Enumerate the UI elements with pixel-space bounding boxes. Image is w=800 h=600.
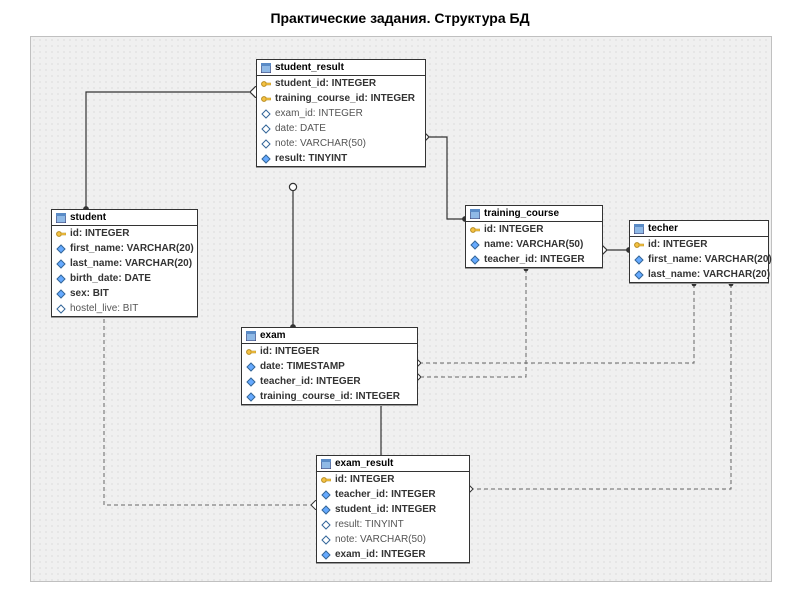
field-label: result: TINYINT xyxy=(275,153,347,164)
field-label: teacher_id: INTEGER xyxy=(484,254,585,265)
field-label: id: INTEGER xyxy=(648,239,707,250)
table-icon xyxy=(261,63,271,73)
field-label: last_name: VARCHAR(20) xyxy=(648,269,770,280)
diamond-open-icon xyxy=(56,304,66,314)
entity-name: exam_result xyxy=(335,458,393,469)
key-icon xyxy=(470,225,480,235)
table-icon xyxy=(321,459,331,469)
field-label: exam_id: INTEGER xyxy=(275,108,363,119)
entity-name: techer xyxy=(648,223,678,234)
diamond-icon xyxy=(56,274,66,284)
entity-header: exam_result xyxy=(317,456,469,472)
diagram-canvas: student id: INTEGER first_name: VARCHAR(… xyxy=(30,36,772,582)
diamond-open-icon xyxy=(261,109,271,119)
diamond-icon xyxy=(246,362,256,372)
table-icon xyxy=(634,224,644,234)
field-label: id: INTEGER xyxy=(260,346,319,357)
entity-exam-result[interactable]: exam_result id: INTEGER teacher_id: INTE… xyxy=(316,455,470,563)
diamond-open-icon xyxy=(321,520,331,530)
field-label: id: INTEGER xyxy=(484,224,543,235)
entity-training-course[interactable]: training_course id: INTEGER name: VARCHA… xyxy=(465,205,603,268)
field-label: student_id: INTEGER xyxy=(275,78,376,89)
key-icon xyxy=(321,475,331,485)
key-icon xyxy=(634,240,644,250)
entity-name: training_course xyxy=(484,208,559,219)
entity-header: exam xyxy=(242,328,417,344)
entity-header: training_course xyxy=(466,206,602,222)
field-label: first_name: VARCHAR(20) xyxy=(70,243,194,254)
field-label: training_course_id: INTEGER xyxy=(260,391,400,402)
diamond-icon xyxy=(246,377,256,387)
field-label: last_name: VARCHAR(20) xyxy=(70,258,192,269)
diamond-icon xyxy=(321,505,331,515)
diamond-icon xyxy=(321,550,331,560)
diamond-open-icon xyxy=(321,535,331,545)
field-label: birth_date: DATE xyxy=(70,273,151,284)
table-icon xyxy=(56,213,66,223)
field-label: teacher_id: INTEGER xyxy=(335,489,436,500)
diamond-icon xyxy=(321,490,331,500)
entity-teacher[interactable]: techer id: INTEGER first_name: VARCHAR(2… xyxy=(629,220,769,283)
table-icon xyxy=(246,331,256,341)
field-label: teacher_id: INTEGER xyxy=(260,376,361,387)
entity-exam[interactable]: exam id: INTEGER date: TIMESTAMP teacher… xyxy=(241,327,418,405)
field-label: student_id: INTEGER xyxy=(335,504,436,515)
entity-header: techer xyxy=(630,221,768,237)
field-label: name: VARCHAR(50) xyxy=(484,239,583,250)
diamond-icon xyxy=(56,289,66,299)
field-label: training_course_id: INTEGER xyxy=(275,93,415,104)
page-title: Практические задания. Структура БД xyxy=(0,10,800,26)
field-label: result: TINYINT xyxy=(335,519,404,530)
diamond-icon xyxy=(634,255,644,265)
entity-student-result[interactable]: student_result student_id: INTEGER train… xyxy=(256,59,426,167)
field-label: note: VARCHAR(50) xyxy=(335,534,426,545)
key-icon xyxy=(261,79,271,89)
field-label: exam_id: INTEGER xyxy=(335,549,426,560)
entity-student[interactable]: student id: INTEGER first_name: VARCHAR(… xyxy=(51,209,198,317)
diamond-open-icon xyxy=(261,139,271,149)
entity-header: student xyxy=(52,210,197,226)
field-label: sex: BIT xyxy=(70,288,109,299)
diamond-icon xyxy=(470,255,480,265)
diamond-icon xyxy=(56,259,66,269)
entity-name: student_result xyxy=(275,62,344,73)
diamond-icon xyxy=(261,154,271,164)
entity-name: student xyxy=(70,212,106,223)
diamond-open-icon xyxy=(261,124,271,134)
field-label: date: TIMESTAMP xyxy=(260,361,345,372)
diamond-icon xyxy=(634,270,644,280)
diamond-icon xyxy=(56,244,66,254)
table-icon xyxy=(470,209,480,219)
entity-name: exam xyxy=(260,330,286,341)
field-label: first_name: VARCHAR(20) xyxy=(648,254,772,265)
diamond-icon xyxy=(246,392,256,402)
field-label: id: INTEGER xyxy=(70,228,129,239)
key-icon xyxy=(261,94,271,104)
entity-header: student_result xyxy=(257,60,425,76)
key-icon xyxy=(56,229,66,239)
key-icon xyxy=(246,347,256,357)
field-label: hostel_live: BIT xyxy=(70,303,138,314)
field-label: date: DATE xyxy=(275,123,326,134)
diamond-icon xyxy=(470,240,480,250)
field-label: id: INTEGER xyxy=(335,474,394,485)
field-label: note: VARCHAR(50) xyxy=(275,138,366,149)
